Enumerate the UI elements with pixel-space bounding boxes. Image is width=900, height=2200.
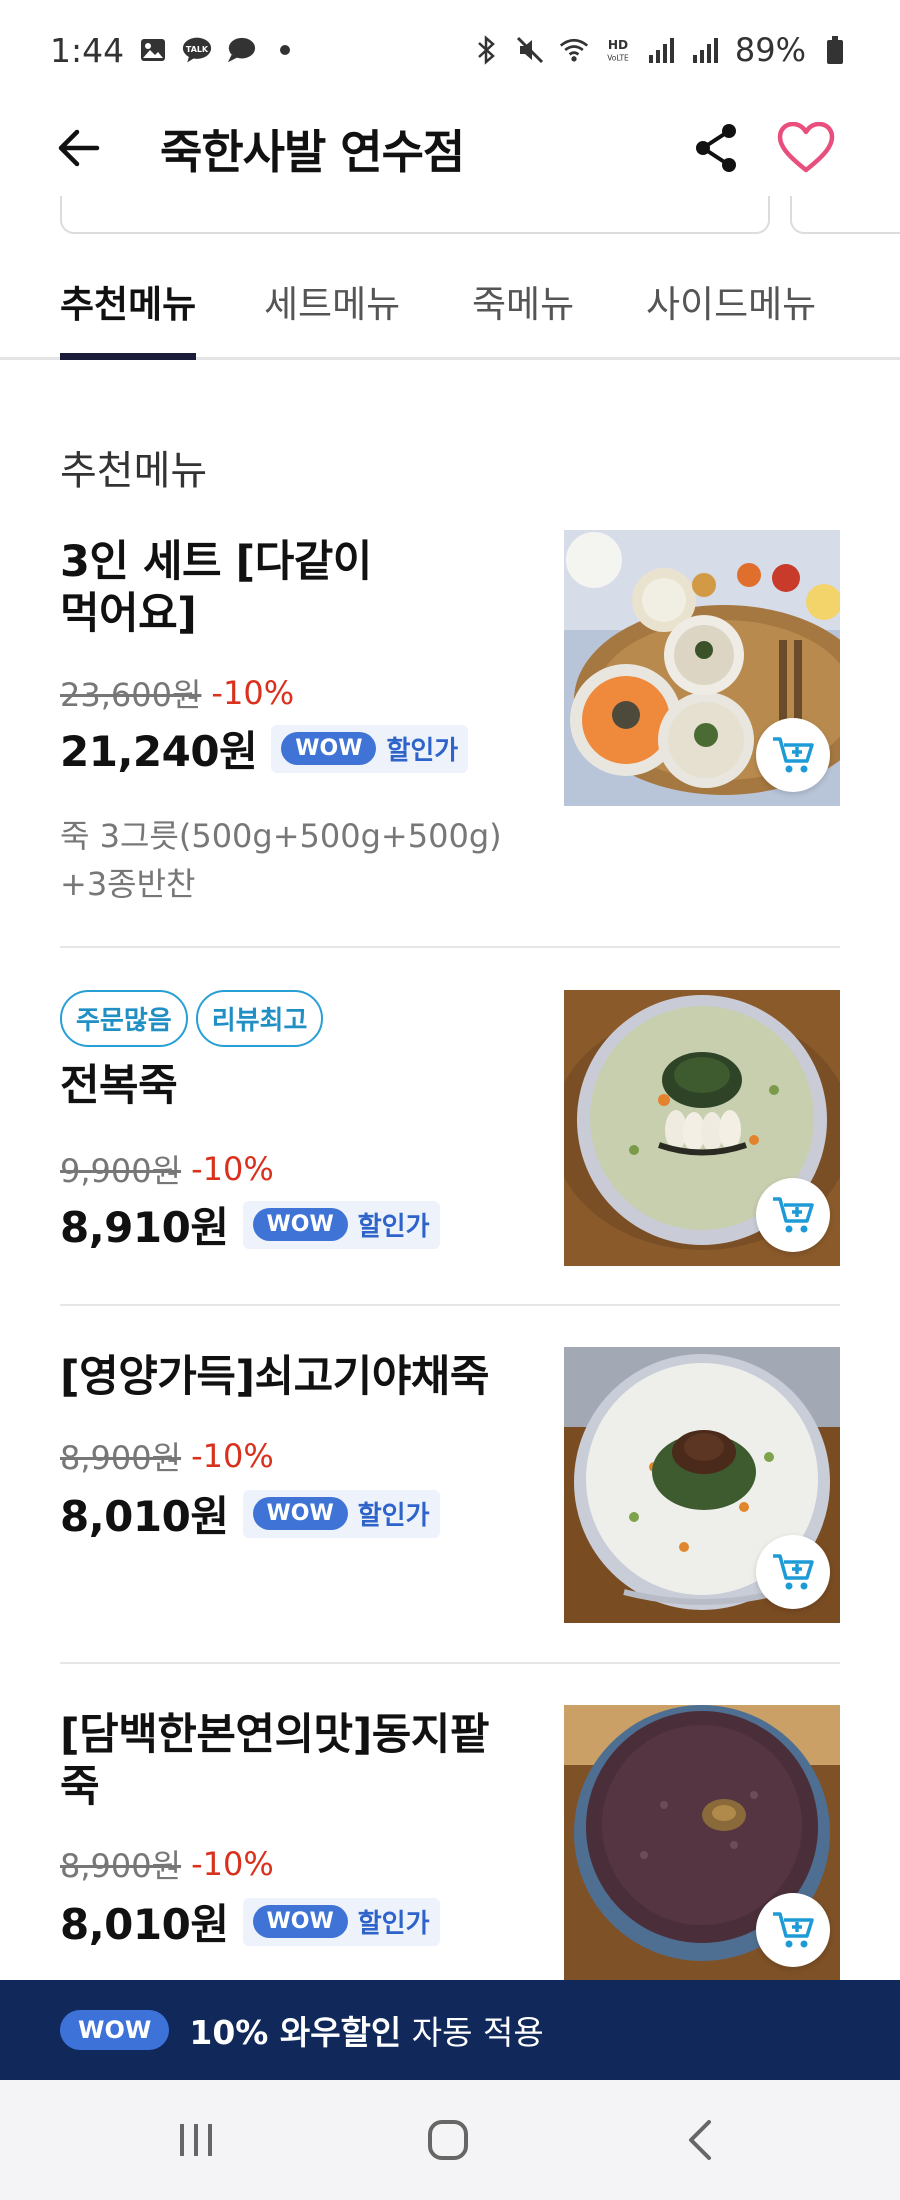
wow-pill: WOW — [252, 1208, 348, 1241]
final-price: 21,240원 — [60, 727, 258, 776]
home-icon[interactable] — [408, 2104, 488, 2176]
dot-icon — [270, 35, 300, 65]
wow-pill: WOW — [252, 1497, 348, 1530]
svg-text:HD: HD — [608, 38, 628, 52]
item-divider — [60, 1304, 840, 1306]
image-icon — [138, 35, 168, 65]
final-price: 8,010원 — [60, 1900, 229, 1949]
menu-item-description: 죽 3그릇(500g+500g+500g) +3종반찬 — [60, 817, 502, 903]
discount-rate: -10% — [211, 674, 295, 712]
talk-icon: TALK — [182, 35, 212, 65]
price-line: 23,600원 -10% — [60, 670, 294, 716]
tab-porridge-menu[interactable]: 죽메뉴 — [472, 274, 574, 360]
wow-discount-tag: WOW 할인가 — [271, 724, 469, 773]
original-price: 8,900원 — [60, 1439, 182, 1477]
menu-item[interactable]: [담백한본연의맛]동지팥죽 8,900원 -10% 8,010원 WOW 할인가 — [60, 1705, 840, 1981]
add-to-cart-button[interactable] — [756, 1893, 830, 1967]
mute-icon — [515, 35, 545, 65]
menu-item-photo[interactable] — [564, 1705, 840, 1981]
wow-discount-tag: WOW 할인가 — [242, 1489, 440, 1538]
signal-icon — [647, 35, 677, 65]
status-time: 1:44 — [50, 30, 125, 70]
wow-pill: WOW — [281, 732, 377, 765]
original-price: 8,900원 — [60, 1847, 182, 1885]
item-divider — [60, 946, 840, 948]
battery-icon — [820, 35, 850, 65]
cart-plus-icon — [773, 737, 814, 773]
tab-recommended[interactable]: 추천메뉴 — [60, 274, 197, 360]
signal-icon — [691, 35, 721, 65]
hd-voice-icon: HD VoLTE — [603, 35, 633, 65]
svg-text:TALK: TALK — [186, 45, 209, 54]
wow-discount-tag: WOW 할인가 — [242, 1897, 440, 1946]
app-header: 죽한사발 연수점 — [0, 100, 900, 196]
wow-discount-tag: WOW 할인가 — [242, 1200, 440, 1249]
final-price-line: 21,240원 WOW 할인가 — [60, 718, 469, 779]
badge-popular-orders: 주문많음 — [60, 990, 188, 1047]
menu-item-photo[interactable] — [564, 530, 840, 806]
wow-pill: WOW — [252, 1905, 348, 1938]
tab-set-menu[interactable]: 세트메뉴 — [264, 274, 400, 360]
add-to-cart-button[interactable] — [756, 1535, 830, 1609]
wow-discount-text: 할인가 — [386, 736, 459, 766]
item-divider — [60, 1662, 840, 1664]
original-price: 23,600원 — [60, 676, 202, 714]
wow-pill: WOW — [60, 2010, 170, 2050]
status-bar: 1:44 TALK HD VoLTE 89% — [0, 0, 900, 100]
badge-best-reviews: 리뷰최고 — [195, 990, 324, 1047]
svg-text:VoLTE: VoLTE — [607, 53, 629, 62]
share-icon[interactable] — [688, 120, 744, 176]
banner-text: 10% 와우할인 자동 적용 — [189, 2006, 543, 2054]
discount-rate: -10% — [191, 1150, 274, 1188]
battery-percent: 89% — [734, 31, 806, 69]
cart-plus-icon — [773, 1554, 814, 1590]
menu-item-name: [영양가득]쇠고기야채죽 — [60, 1352, 489, 1402]
store-title: 죽한사발 연수점 — [160, 125, 465, 179]
menu-item-name: [담백한본연의맛]동지팥죽 — [60, 1710, 489, 1812]
final-price-line: 8,010원 WOW 할인가 — [60, 1891, 440, 1952]
add-to-cart-button[interactable] — [756, 1178, 830, 1252]
badge-row: 주문많음 리뷰최고 — [60, 990, 324, 1047]
bluetooth-icon — [471, 35, 501, 65]
price-line: 9,900원 -10% — [60, 1146, 274, 1192]
price-line: 8,900원 -10% — [60, 1433, 274, 1479]
price-line: 8,900원 -10% — [60, 1841, 274, 1887]
final-price-line: 8,010원 WOW 할인가 — [60, 1483, 440, 1544]
original-price: 9,900원 — [60, 1152, 182, 1190]
menu-item[interactable]: 주문많음 리뷰최고 전복죽 9,900원 -10% 8,910원 WOW 할인가 — [60, 990, 840, 1266]
discount-rate: -10% — [191, 1437, 274, 1475]
info-card[interactable] — [790, 196, 900, 234]
wow-discount-text: 할인가 — [357, 1212, 430, 1242]
menu-item-photo[interactable] — [564, 1347, 840, 1623]
tab-side-menu[interactable]: 사이드메뉴 — [646, 274, 816, 360]
final-price: 8,910원 — [60, 1203, 229, 1252]
banner-bold-text: 10% 와우할인 — [189, 2013, 402, 2052]
cart-plus-icon — [773, 1197, 814, 1233]
wow-discount-banner[interactable]: WOW 10% 와우할인 자동 적용 — [0, 1980, 900, 2080]
menu-item-photo[interactable] — [564, 990, 840, 1266]
heart-icon[interactable] — [774, 116, 838, 180]
menu-item[interactable]: 3인 세트 [다같이 먹어요] 23,600원 -10% 21,240원 WOW… — [60, 530, 840, 920]
add-to-cart-button[interactable] — [756, 718, 830, 792]
menu-item-name: 3인 세트 [다같이 먹어요] — [60, 537, 372, 639]
system-nav-bar — [0, 2080, 900, 2200]
back-icon[interactable] — [660, 2104, 740, 2176]
wifi-icon — [559, 35, 589, 65]
menu-item[interactable]: [영양가득]쇠고기야채죽 8,900원 -10% 8,010원 WOW 할인가 — [60, 1347, 840, 1623]
discount-rate: -10% — [191, 1845, 274, 1883]
menu-item-name: 전복죽 — [60, 1061, 178, 1111]
recent-apps-icon[interactable] — [156, 2104, 236, 2176]
info-card-carousel[interactable] — [0, 196, 900, 240]
banner-suffix-text: 자동 적용 — [401, 2013, 544, 2052]
wow-discount-text: 할인가 — [357, 1501, 430, 1531]
arrow-left-icon[interactable] — [52, 122, 104, 174]
wow-discount-text: 할인가 — [357, 1909, 430, 1939]
cart-plus-icon — [773, 1912, 814, 1948]
final-price: 8,010원 — [60, 1492, 229, 1541]
menu-category-tabs: 추천메뉴 세트메뉴 죽메뉴 사이드메뉴 — [0, 262, 900, 360]
final-price-line: 8,910원 WOW 할인가 — [60, 1194, 440, 1255]
section-title: 추천메뉴 — [60, 448, 208, 494]
info-card[interactable] — [60, 196, 770, 234]
chat-bubble-icon — [226, 35, 256, 65]
